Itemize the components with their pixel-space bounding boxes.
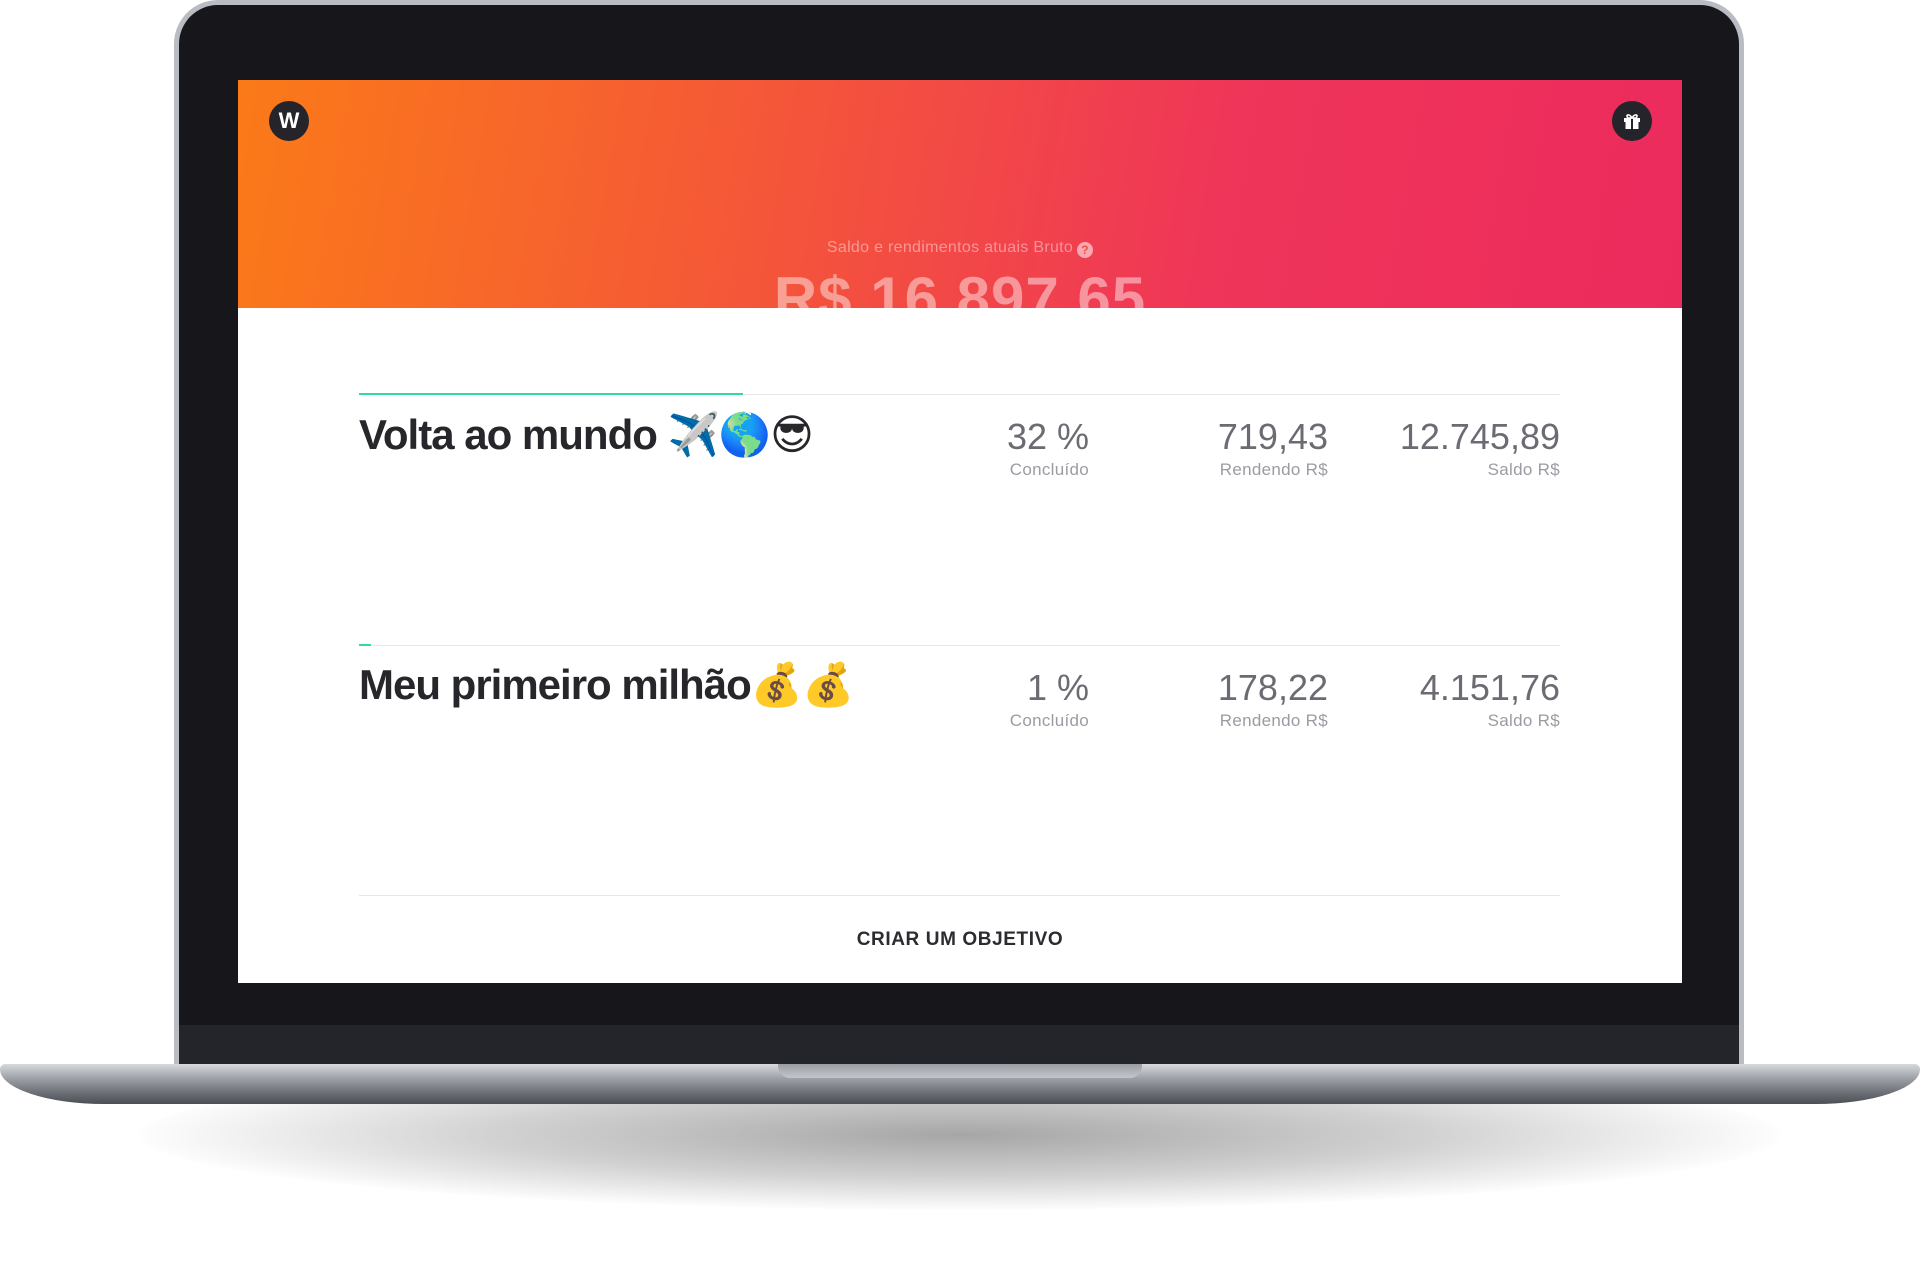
logo-letter: W bbox=[278, 108, 300, 133]
balance-header: W Saldo e rendimentos atuais Bruto? R$ 1… bbox=[238, 80, 1682, 308]
goal-progress-fill bbox=[359, 393, 744, 395]
goal-balance-value: 4.151,76 bbox=[1419, 667, 1560, 708]
goal-earning-label: Rendendo R$ bbox=[1219, 711, 1328, 730]
goal-earning-stat: 719,43 Rendendo R$ bbox=[1128, 416, 1328, 480]
goal-balance-value: 12.745,89 bbox=[1399, 416, 1560, 457]
balance-label-text: Saldo e rendimentos atuais Bruto bbox=[826, 239, 1074, 256]
goal-earning-value: 719,43 bbox=[1217, 416, 1328, 457]
goal-title[interactable]: Volta ao mundo ✈️🌎😎 bbox=[359, 410, 814, 460]
laptop-notch bbox=[778, 1064, 1142, 1078]
goal-completed-label: Concluído bbox=[1009, 711, 1089, 730]
goal-completed-value: 32 % bbox=[1006, 416, 1089, 457]
goal-balance-label: Saldo R$ bbox=[1487, 711, 1560, 730]
gift-icon-graphic bbox=[1624, 114, 1640, 129]
balance-label: Saldo e rendimentos atuais Bruto? bbox=[238, 239, 1682, 258]
goal-completed-stat: 1 % Concluído bbox=[889, 667, 1089, 731]
goal-completed-label: Concluído bbox=[1009, 460, 1089, 479]
goal-completed-value: 1 % bbox=[1026, 667, 1089, 708]
goal-progress-fill bbox=[359, 644, 371, 646]
goal-earning-value: 178,22 bbox=[1217, 667, 1328, 708]
goal-card[interactable]: Volta ao mundo ✈️🌎😎 32 % Concluído 719,4… bbox=[359, 393, 1560, 594]
goal-balance-stat: 12.745,89 Saldo R$ bbox=[1360, 416, 1560, 480]
gift-icon[interactable] bbox=[1612, 101, 1652, 141]
laptop-bezel-bottom bbox=[179, 1025, 1739, 1069]
goal-title[interactable]: Meu primeiro milhão💰💰 bbox=[359, 661, 854, 710]
app-screen: W Saldo e rendimentos atuais Bruto? R$ 1… bbox=[238, 80, 1682, 983]
goal-balance-stat: 4.151,76 Saldo R$ bbox=[1360, 667, 1560, 731]
goal-completed-stat: 32 % Concluído bbox=[889, 416, 1089, 480]
goal-card[interactable]: Meu primeiro milhão💰💰 1 % Concluído 178,… bbox=[359, 644, 1560, 845]
logo-icon[interactable]: W bbox=[269, 101, 309, 141]
footer-divider bbox=[359, 895, 1560, 896]
balance-value: R$ 16.897,65 bbox=[773, 265, 1147, 308]
create-goal-button[interactable]: CRIAR UM OBJETIVO bbox=[238, 929, 1682, 951]
goal-balance-label: Saldo R$ bbox=[1487, 460, 1560, 479]
goal-progress-track bbox=[359, 645, 1560, 646]
goal-earning-label: Rendendo R$ bbox=[1219, 460, 1328, 479]
goal-earning-stat: 178,22 Rendendo R$ bbox=[1128, 667, 1328, 731]
help-icon[interactable]: ? bbox=[1077, 242, 1094, 258]
